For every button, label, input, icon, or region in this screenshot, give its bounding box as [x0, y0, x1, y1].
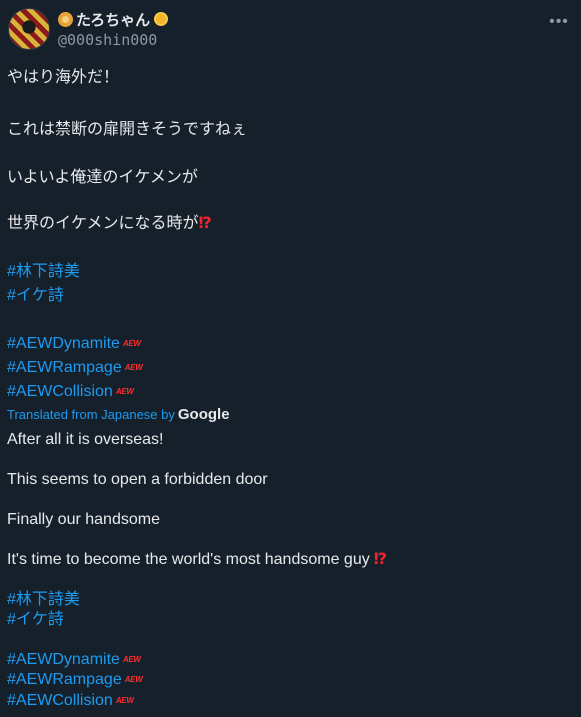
translated-text-line: After all it is overseas!	[7, 431, 164, 448]
lion-emoji-icon	[58, 11, 73, 27]
hashtag-link[interactable]: #AEWRampage	[7, 671, 122, 688]
hashtag-row: #AEWDynamite AEW	[7, 650, 141, 670]
hashtag-row: #AEWCollision AEW	[7, 691, 134, 711]
hashtag-row: #AEWDynamite AEW	[7, 334, 141, 354]
aew-badge-icon: AEW	[122, 655, 141, 664]
hashtag-link[interactable]: #AEWCollision	[7, 383, 113, 400]
translation-attribution[interactable]: Translated from Japanese by Google	[7, 405, 230, 425]
hashtag-link[interactable]: #イケ詩	[7, 610, 64, 630]
interrobang-emoji-icon: ⁉	[373, 551, 387, 568]
google-logo: Google	[177, 406, 230, 423]
translated-text-line: Finally our handsome	[7, 511, 160, 528]
display-name[interactable]: たろちゃん	[76, 9, 150, 30]
tweet-text-line: やはり海外だ！	[7, 69, 120, 86]
sun-emoji-icon	[153, 11, 169, 27]
hashtag-link[interactable]: #林下詩美	[7, 590, 80, 610]
tweet-text-line: これは禁断の扉開きそうですねぇ	[7, 121, 248, 138]
hashtag-link[interactable]: #林下詩美	[7, 262, 80, 282]
aew-badge-icon: AEW	[115, 696, 134, 705]
tweet-text: 世界のイケメンになる時が	[7, 215, 199, 232]
more-options-icon[interactable]: •••	[549, 12, 569, 32]
aew-badge-icon: AEW	[122, 339, 141, 348]
translated-text-line: This seems to open a forbidden door	[7, 471, 268, 488]
hashtag-link[interactable]: #イケ詩	[7, 286, 64, 306]
display-name-row[interactable]: たろちゃん	[58, 9, 169, 29]
aew-badge-icon: AEW	[124, 675, 143, 684]
translated-label[interactable]: Translated from Japanese by	[7, 407, 175, 422]
aew-badge-icon: AEW	[115, 387, 134, 396]
hashtag-link[interactable]: #AEWDynamite	[7, 651, 120, 668]
interrobang-emoji-icon: ⁉	[198, 215, 212, 232]
user-handle[interactable]: @000shin000	[58, 31, 157, 49]
hashtag-row: #AEWCollision AEW	[7, 382, 134, 402]
translated-text-line: It's time to become the world's most han…	[7, 550, 387, 570]
hashtag-row: #AEWRampage AEW	[7, 670, 143, 690]
translated-text: It's time to become the world's most han…	[7, 551, 370, 568]
hashtag-link[interactable]: #AEWCollision	[7, 692, 113, 709]
hashtag-link[interactable]: #AEWRampage	[7, 359, 122, 376]
tweet-text-line: いよいよ俺達のイケメンが	[7, 169, 198, 186]
tweet-header: たろちゃん @000shin000 •••	[0, 0, 581, 56]
tweet-text-line: 世界のイケメンになる時が⁉	[7, 214, 212, 234]
aew-badge-icon: AEW	[124, 363, 143, 372]
hashtag-link[interactable]: #AEWDynamite	[7, 335, 120, 352]
avatar[interactable]	[8, 8, 50, 50]
hashtag-row: #AEWRampage AEW	[7, 358, 143, 378]
